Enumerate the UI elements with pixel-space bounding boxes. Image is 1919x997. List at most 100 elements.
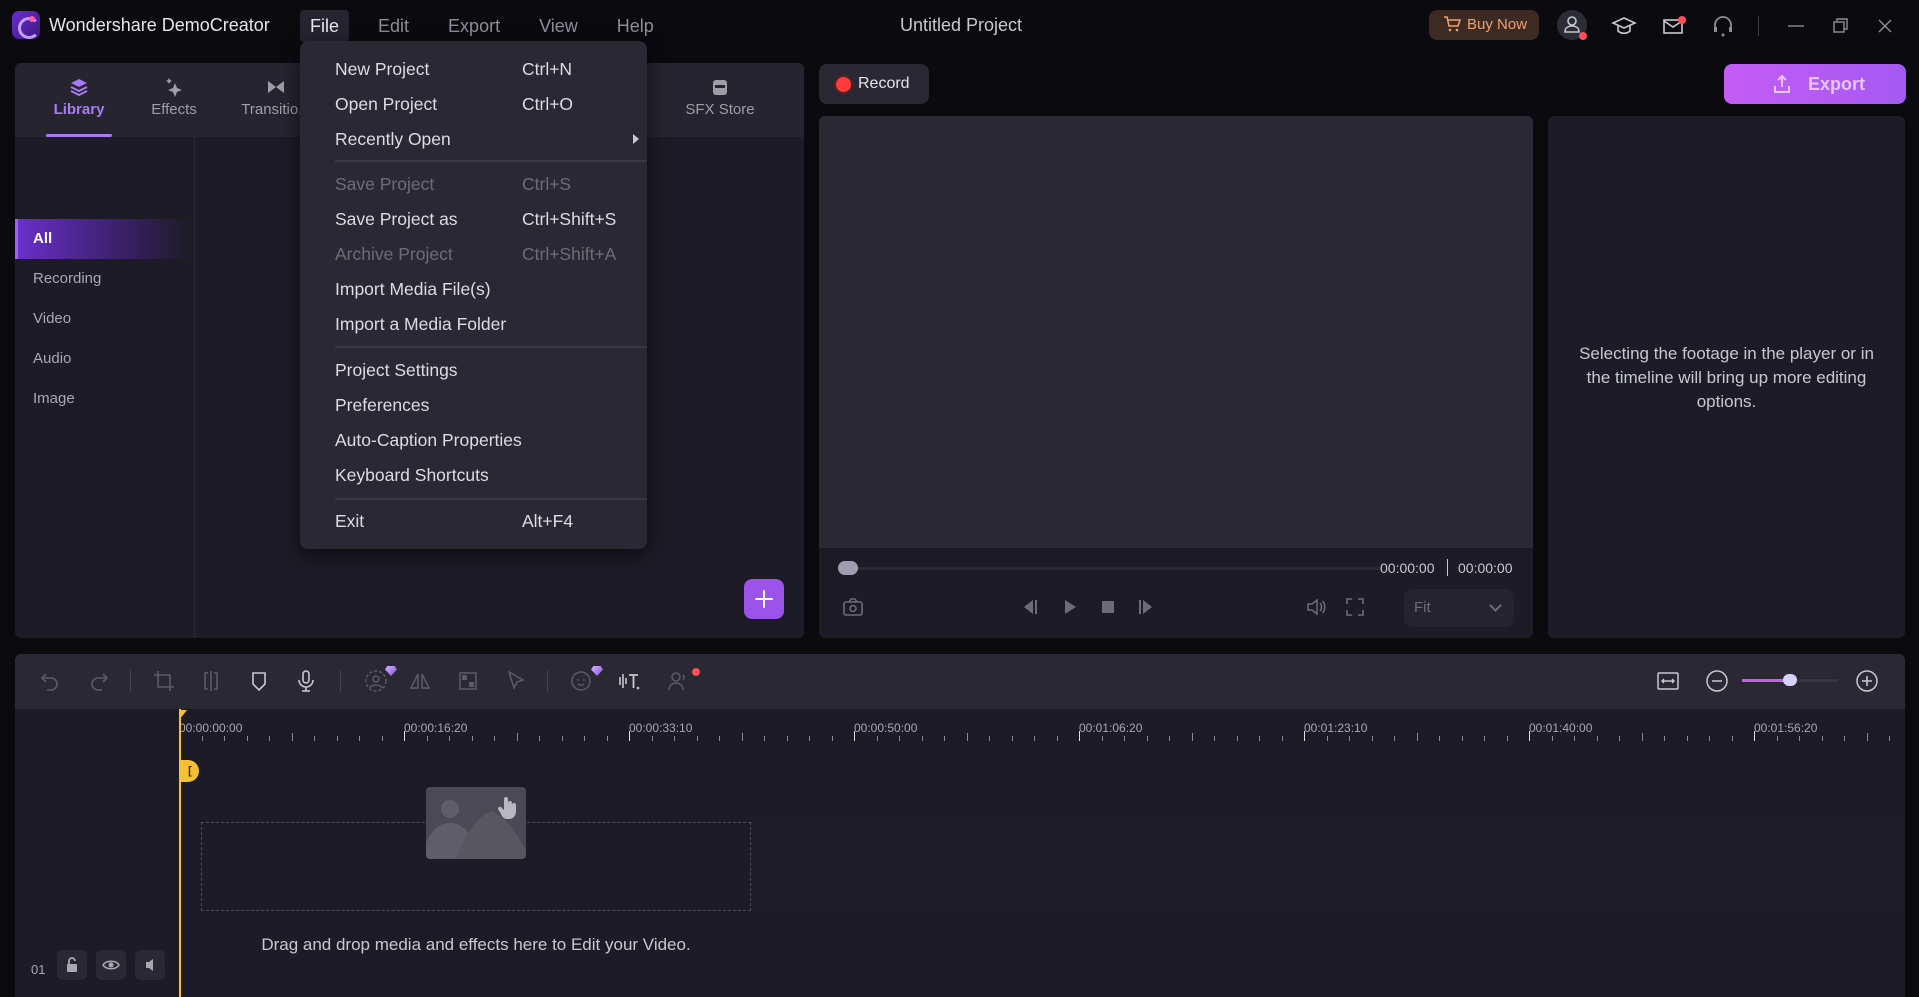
restore-button[interactable]: [1826, 12, 1854, 40]
ruler-tick: [1641, 733, 1643, 741]
ruler-tick: [606, 736, 608, 741]
zoom-slider-handle[interactable]: [1783, 674, 1797, 686]
playhead-handle[interactable]: [: [181, 760, 199, 782]
buy-now-button[interactable]: Buy Now: [1429, 10, 1539, 40]
menu-item-keyboard-shortcuts[interactable]: Keyboard Shortcuts: [335, 460, 635, 490]
volume-button[interactable]: [1305, 596, 1327, 618]
ruler-tick: [404, 731, 405, 741]
preview-viewport[interactable]: [819, 116, 1533, 548]
play-button[interactable]: [1059, 596, 1081, 618]
menu-export[interactable]: Export: [438, 10, 510, 42]
fit-dropdown[interactable]: Fit: [1404, 589, 1514, 627]
player-scrub-track[interactable]: [839, 567, 1383, 570]
split-button[interactable]: [199, 669, 223, 693]
timeline-ruler[interactable]: 00:00:00:00 00:00:16:20 00:00:33:10 00:0…: [179, 709, 1905, 749]
marker-button[interactable]: [247, 669, 271, 693]
ruler-tick: [1596, 736, 1598, 741]
zoom-out-button[interactable]: [1705, 669, 1729, 693]
menu-item-project-settings[interactable]: Project Settings: [335, 355, 635, 385]
menu-item-auto-caption-properties[interactable]: Auto-Caption Properties: [335, 425, 635, 455]
menu-item-preferences[interactable]: Preferences: [335, 390, 635, 420]
menu-file[interactable]: File: [300, 10, 350, 42]
toolbar-divider: [547, 670, 548, 692]
ruler-tick: [1101, 736, 1103, 741]
close-button[interactable]: [1871, 12, 1899, 40]
undo-button[interactable]: [38, 669, 62, 693]
ai-face-button[interactable]: [569, 669, 593, 693]
ruler-tick: [921, 736, 923, 741]
category-all[interactable]: All: [15, 219, 190, 259]
drag-media-placeholder: [426, 787, 526, 859]
shield-marker-icon: [252, 672, 266, 692]
mosaic-icon: [459, 672, 477, 690]
voice-changer-button[interactable]: [667, 669, 691, 693]
ruler-tick: [764, 736, 765, 741]
ruler-label: 00:00:00:00: [179, 721, 243, 735]
category-video[interactable]: Video: [15, 299, 190, 339]
add-media-button[interactable]: [744, 579, 784, 619]
academy-button[interactable]: [1610, 12, 1638, 40]
ruler-label: 00:00:33:10: [629, 721, 693, 735]
ruler-tick: [651, 736, 653, 741]
submenu-arrow-icon: [633, 134, 639, 144]
prev-frame-button[interactable]: [1019, 596, 1041, 618]
menu-item-exit[interactable]: Exit Alt+F4: [335, 506, 635, 536]
player-scrub-handle[interactable]: [838, 561, 858, 575]
ruler-tick: [1664, 736, 1665, 741]
ruler-tick: [1506, 736, 1508, 741]
ruler-tick: [1619, 736, 1620, 741]
track-lock-button[interactable]: [57, 950, 87, 980]
zoom-in-button[interactable]: [1855, 669, 1879, 693]
ruler-tick: [1146, 736, 1148, 741]
ruler-label: 00:00:16:20: [404, 721, 468, 735]
menu-item-recently-open[interactable]: Recently Open: [335, 124, 639, 154]
ruler-tick: [584, 736, 585, 741]
menu-edit[interactable]: Edit: [368, 10, 419, 42]
menu-view[interactable]: View: [529, 10, 588, 42]
next-frame-button[interactable]: [1135, 596, 1157, 618]
menu-item-shortcut: Ctrl+Shift+S: [522, 209, 617, 229]
stop-button[interactable]: [1097, 596, 1119, 618]
cursor-effect-button[interactable]: [504, 669, 528, 693]
menu-help[interactable]: Help: [607, 10, 664, 42]
fit-timeline-button[interactable]: [1656, 669, 1680, 693]
category-audio[interactable]: Audio: [15, 339, 190, 379]
audio-text-button[interactable]: [617, 669, 641, 693]
track-visibility-button[interactable]: [96, 950, 126, 980]
tab-library[interactable]: Library: [38, 63, 120, 137]
menu-item-new-project[interactable]: New Project Ctrl+N: [335, 54, 635, 84]
crop-button[interactable]: [152, 669, 176, 693]
record-button[interactable]: Record: [819, 64, 929, 104]
ruler-tick: [269, 736, 270, 741]
toolbar-divider: [130, 670, 131, 692]
track-drop-area-extension[interactable]: [751, 822, 1905, 911]
tab-library-label: Library: [53, 101, 105, 118]
mail-button[interactable]: [1659, 12, 1687, 40]
track-mute-button[interactable]: [135, 950, 165, 980]
menu-item-save-project-as[interactable]: Save Project as Ctrl+Shift+S: [335, 204, 635, 234]
mirror-button[interactable]: [408, 669, 432, 693]
category-image[interactable]: Image: [15, 379, 190, 419]
menu-item-label: Project Settings: [335, 360, 458, 380]
snapshot-button[interactable]: [842, 596, 864, 618]
fullscreen-button[interactable]: [1344, 596, 1366, 618]
category-recording[interactable]: Recording: [15, 259, 190, 299]
tab-effects[interactable]: Effects: [133, 63, 215, 137]
prev-frame-icon: [1024, 600, 1037, 614]
tab-sfx-store[interactable]: SFX Store: [670, 63, 770, 137]
menu-item-import-media-folder[interactable]: Import a Media Folder: [335, 309, 635, 339]
mosaic-button[interactable]: [456, 669, 480, 693]
ai-portrait-button[interactable]: [364, 669, 388, 693]
playhead-line[interactable]: [179, 709, 181, 997]
support-button[interactable]: [1709, 12, 1737, 40]
minimize-button[interactable]: [1782, 12, 1810, 40]
user-avatar-button[interactable]: [1557, 10, 1587, 40]
menu-item-import-media-files[interactable]: Import Media File(s): [335, 274, 635, 304]
redo-button[interactable]: [87, 669, 111, 693]
ruler-tick: [539, 736, 540, 741]
voiceover-button[interactable]: [294, 669, 318, 693]
ruler-tick: [471, 736, 473, 741]
export-button[interactable]: Export: [1724, 64, 1906, 104]
menu-item-open-project[interactable]: Open Project Ctrl+O: [335, 89, 635, 119]
ruler-tick: [809, 736, 810, 741]
